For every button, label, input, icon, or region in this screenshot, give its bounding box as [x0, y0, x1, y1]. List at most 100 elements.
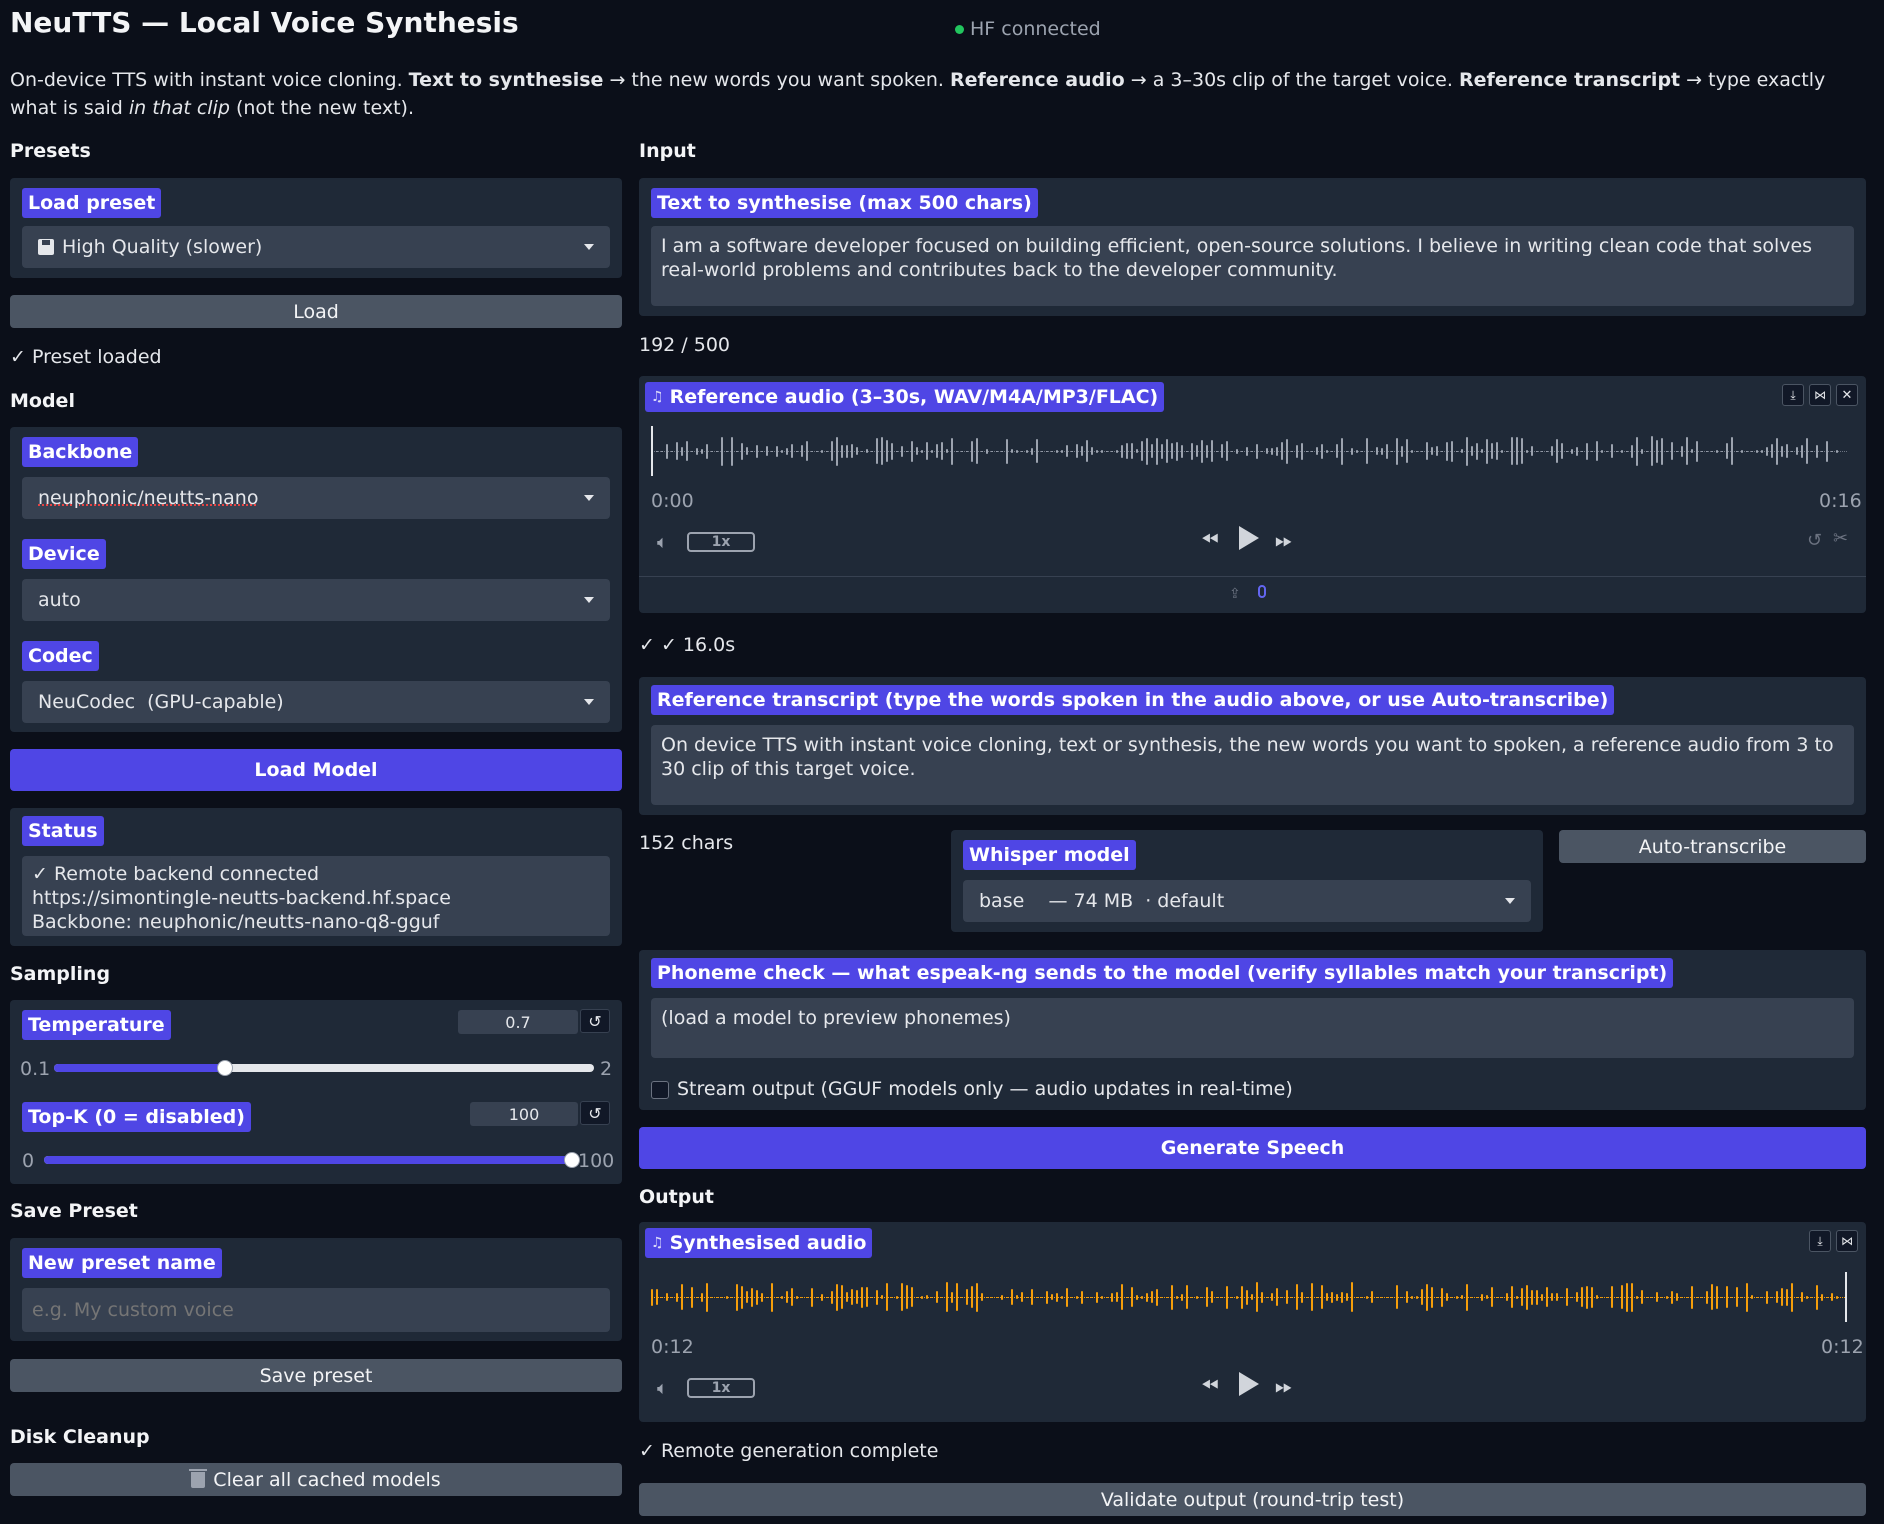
- waveform-bar: [1176, 441, 1178, 461]
- waveform-bar: [1771, 444, 1773, 458]
- share-icon[interactable]: ⋈: [1809, 384, 1831, 406]
- fast-forward-icon[interactable]: ⏩︎: [1275, 528, 1293, 553]
- waveform-bar: [1061, 1295, 1063, 1299]
- save-preset-button[interactable]: Save preset: [10, 1359, 622, 1392]
- playhead[interactable]: [1845, 1272, 1847, 1322]
- waveform-bar: [976, 438, 978, 464]
- preset-status: ✓ Preset loaded: [10, 346, 162, 368]
- chevron-down-icon: [584, 597, 594, 603]
- waveform-bar: [1126, 443, 1128, 459]
- load-model-button[interactable]: Load Model: [10, 749, 622, 791]
- waveform-bar: [1426, 442, 1428, 460]
- stream-output-checkbox[interactable]: [651, 1081, 669, 1099]
- model-panel: Backbone neuphonic/neutts-nano Device au…: [10, 427, 622, 732]
- waveform-bar: [1576, 446, 1578, 456]
- waveform-bar: [766, 446, 768, 456]
- waveform-bar: [796, 1295, 798, 1299]
- waveform-bar: [1196, 1295, 1198, 1299]
- waveform-bar: [1001, 1294, 1003, 1300]
- rewind-icon[interactable]: ⏪︎: [1201, 1374, 1219, 1399]
- close-icon[interactable]: ✕: [1836, 384, 1858, 406]
- waveform-bar: [1286, 438, 1288, 464]
- waveform-bar: [1146, 1292, 1148, 1302]
- undo-icon[interactable]: ↺: [1807, 530, 1822, 551]
- input-heading: Input: [639, 140, 696, 162]
- codec-select[interactable]: NeuCodec (GPU-capable): [22, 681, 610, 723]
- new-preset-name-input[interactable]: [22, 1288, 610, 1332]
- waveform-bar: [721, 1296, 723, 1298]
- waveform-bar: [1576, 1292, 1578, 1302]
- waveform-bar: [1706, 450, 1708, 452]
- intro-part: → a 3–30s clip of the target voice.: [1124, 69, 1459, 91]
- playhead[interactable]: [651, 426, 653, 476]
- slider-thumb[interactable]: [216, 1060, 233, 1076]
- waveform-bar: [791, 1288, 793, 1306]
- waveform-bar: [801, 445, 803, 457]
- ref-time-start: 0:00: [651, 490, 694, 512]
- waveform-bar: [1501, 1296, 1503, 1298]
- whisper-model-select[interactable]: base — 74 MB · default: [963, 880, 1531, 922]
- volume-icon[interactable]: 🔈︎: [657, 532, 668, 553]
- waveform-bar: [721, 436, 723, 466]
- download-icon[interactable]: ⤓: [1782, 384, 1804, 406]
- download-icon[interactable]: ⤓: [1809, 1230, 1831, 1252]
- waveform-bar: [811, 1287, 813, 1307]
- speed-value: 1x: [711, 1380, 731, 1396]
- reset-icon[interactable]: ↺: [580, 1009, 610, 1033]
- waveform-bar: [1076, 444, 1078, 458]
- waveform-bar: [1121, 444, 1123, 458]
- phoneme-preview-box[interactable]: (load a model to preview phonemes): [651, 998, 1854, 1058]
- reference-waveform[interactable]: [651, 424, 1847, 478]
- play-icon[interactable]: [1239, 526, 1259, 550]
- temperature-slider[interactable]: [54, 1060, 594, 1076]
- temperature-label: Temperature: [22, 1010, 171, 1040]
- playback-speed-button[interactable]: 1x: [687, 1378, 755, 1398]
- reference-transcript-input[interactable]: On device TTS with instant voice cloning…: [651, 725, 1854, 805]
- waveform-bar: [906, 450, 908, 452]
- backbone-select[interactable]: neuphonic/neutts-nano: [22, 477, 610, 519]
- status-textbox[interactable]: ✓ Remote backend connected https://simon…: [22, 856, 610, 936]
- waveform-bar: [1301, 442, 1303, 460]
- microphone-icon[interactable]: [1258, 585, 1266, 598]
- chevron-down-icon: [584, 244, 594, 250]
- generate-speech-button[interactable]: Generate Speech: [639, 1127, 1866, 1169]
- waveform-bar: [1321, 1285, 1323, 1309]
- waveform-bar: [1016, 449, 1018, 453]
- backbone-label: Backbone: [22, 437, 139, 467]
- waveform-bar: [736, 450, 738, 452]
- output-waveform[interactable]: [651, 1270, 1847, 1324]
- waveform-bar: [1121, 1284, 1123, 1310]
- scissors-icon[interactable]: ✂: [1833, 528, 1848, 549]
- share-icon[interactable]: ⋈: [1836, 1230, 1858, 1252]
- waveform-bar: [1181, 1293, 1183, 1301]
- validate-output-button[interactable]: Validate output (round-trip test): [639, 1483, 1866, 1516]
- transcript-char-count: 152 chars: [639, 832, 734, 854]
- topk-slider[interactable]: [44, 1152, 580, 1168]
- device-select[interactable]: auto: [22, 579, 610, 621]
- waveform-bar: [1781, 1288, 1783, 1306]
- waveform-bar: [1681, 1296, 1683, 1298]
- playback-speed-button[interactable]: 1x: [687, 532, 755, 552]
- waveform-bar: [1001, 450, 1003, 452]
- fast-forward-icon[interactable]: ⏩︎: [1275, 1374, 1293, 1399]
- preset-select[interactable]: High Quality (slower): [22, 226, 610, 268]
- reset-icon[interactable]: ↺: [580, 1101, 610, 1125]
- waveform-bar: [1321, 443, 1323, 459]
- rewind-icon[interactable]: ⏪︎: [1201, 528, 1219, 553]
- temperature-number-input[interactable]: 0.7: [458, 1010, 578, 1034]
- waveform-bar: [726, 450, 728, 452]
- waveform-bar: [886, 1283, 888, 1311]
- clear-cache-button[interactable]: Clear all cached models: [10, 1463, 622, 1496]
- waveform-bar: [1176, 1295, 1178, 1299]
- transcript-panel: Reference transcript (type the words spo…: [639, 677, 1866, 815]
- waveform-bar: [1461, 1295, 1463, 1299]
- play-icon[interactable]: [1239, 1372, 1259, 1396]
- waveform-bar: [1671, 442, 1673, 460]
- output-time-end: 0:12: [1821, 1336, 1864, 1358]
- volume-icon[interactable]: 🔈︎: [657, 1378, 668, 1399]
- auto-transcribe-button[interactable]: Auto-transcribe: [1559, 830, 1866, 863]
- text-to-synthesise-input[interactable]: I am a software developer focused on bui…: [651, 226, 1854, 306]
- upload-icon[interactable]: ⇪: [1229, 586, 1241, 602]
- load-preset-button[interactable]: Load: [10, 295, 622, 328]
- topk-number-input[interactable]: 100: [470, 1102, 578, 1126]
